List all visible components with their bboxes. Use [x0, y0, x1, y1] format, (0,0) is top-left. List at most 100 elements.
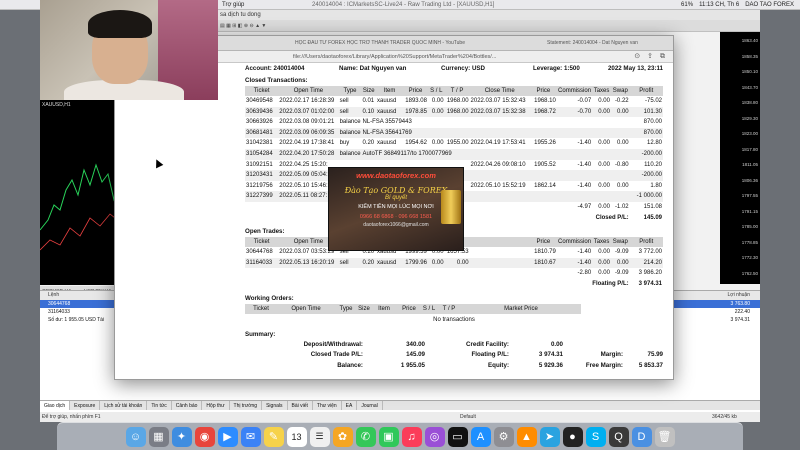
table-cell: 2022.03.09 06:09:35: [278, 127, 339, 139]
tab-statement[interactable]: Statement: 240014004 - Dat Nguyen van: [547, 40, 638, 46]
column-header: Taxes: [592, 86, 611, 96]
mail-icon[interactable]: ✉: [240, 426, 261, 447]
account-number: Account: 240014004: [245, 65, 305, 72]
pl-row: Floating P/L: 3 974.31: [245, 278, 663, 290]
deposit-label: Deposit/Withdrawal:: [303, 340, 363, 348]
price-label: 1823.00: [741, 131, 758, 136]
table-row: 31054284 2022.04.20 17:50:28 balance AutoTF…: [245, 148, 663, 160]
table-cell: [529, 191, 557, 202]
safari-icon[interactable]: ✦: [171, 426, 192, 447]
table-cell: 0.00: [616, 182, 629, 189]
status-traffic: 3642/45 kb: [712, 414, 737, 420]
table-row: 30681481 2022.03.09 06:09:35 balance NL-FSA…: [245, 127, 663, 139]
tabs-icon[interactable]: ⧉: [660, 53, 665, 61]
terminal-tab[interactable]: Lịch sử tài khoản: [100, 401, 148, 410]
music-icon[interactable]: ♫: [401, 426, 422, 447]
column-header: T / P: [437, 303, 461, 314]
vlc-icon[interactable]: ▲: [516, 426, 537, 447]
table-cell: sell: [338, 106, 362, 118]
terminal-tab[interactable]: Signals: [262, 401, 288, 410]
table-cell: 1968.00: [446, 98, 469, 104]
table-cell: 1.80: [650, 182, 662, 189]
terminal-tab[interactable]: EA: [342, 401, 358, 410]
price-label: 1863.40: [741, 38, 758, 43]
terminal-tab[interactable]: Thị trường: [230, 401, 263, 410]
documents-icon[interactable]: D: [631, 426, 652, 447]
column-header: S / L: [421, 303, 437, 314]
ad-banner[interactable]: www.daotaoforex.com Đào Tạo GOLD & FOREX…: [328, 167, 464, 251]
zoom-icon[interactable]: ▶: [217, 426, 238, 447]
settings-icon[interactable]: ⚙: [493, 426, 514, 447]
table-cell: [529, 170, 557, 181]
pl-value: 145.09: [629, 212, 663, 224]
clock[interactable]: 11:13 CH, Th 6: [699, 0, 739, 10]
terminal-tab[interactable]: Exposure: [70, 401, 101, 410]
terminal-tab[interactable]: Tin tức: [147, 401, 172, 410]
right-price-scale: 1863.40 1858.35 1850.10 1843.70 1838.80 1829.…: [720, 32, 760, 284]
ad-site[interactable]: www.daotaoforex.com: [329, 171, 463, 180]
profit-column[interactable]: Lợi nhuận: [728, 291, 750, 300]
candlestick-graph: [40, 163, 120, 251]
left-chart[interactable]: XAUUSD,H1: [40, 100, 120, 285]
terminal-tab[interactable]: Thư viện: [313, 401, 342, 410]
photos-icon[interactable]: ✿: [332, 426, 353, 447]
pl-value: 3 974.31: [629, 278, 663, 290]
column-header: Open Time: [278, 86, 339, 96]
quicktime-icon[interactable]: Q: [608, 426, 629, 447]
finder-icon[interactable]: ☺: [125, 426, 146, 447]
podcasts-icon[interactable]: ◎: [424, 426, 445, 447]
column-header: Swap: [610, 237, 630, 248]
appstore-icon[interactable]: A: [470, 426, 491, 447]
obs-icon[interactable]: ●: [562, 426, 583, 447]
account-info: Account: 240014004 Name: Dat Nguyen van …: [245, 64, 663, 74]
download-icon[interactable]: ⊙: [634, 53, 640, 61]
table-cell: balance: [338, 148, 362, 160]
terminal-row-profit: 222.40: [734, 309, 750, 315]
facetime-icon[interactable]: ▣: [378, 426, 399, 447]
balance-comment: NL-FSA 35641769: [361, 127, 630, 139]
calendar-icon[interactable]: 13: [286, 426, 307, 447]
trash-icon[interactable]: 🗑: [654, 426, 675, 447]
terminal-tab[interactable]: Hộp thư: [202, 401, 230, 410]
terminal-tab[interactable]: Journal: [357, 401, 383, 410]
spacer: [245, 278, 557, 290]
help-menu[interactable]: Trợ giúp: [222, 0, 244, 10]
table-cell: 0.00: [592, 106, 611, 118]
skype-icon[interactable]: S: [585, 426, 606, 447]
battery-status[interactable]: 61%: [681, 0, 693, 10]
terminal-row-label: 31164033: [48, 309, 70, 315]
terminal-row-label: 30644768: [48, 301, 71, 307]
terminal-tab[interactable]: Bài viết: [288, 401, 313, 410]
orders-column[interactable]: Lệnh: [48, 291, 59, 300]
tab-youtube[interactable]: HỌC ĐẦU TƯ FOREX HỌC TRỞ THÀNH TRADER QU…: [295, 40, 495, 46]
user-name[interactable]: DAO TAO FOREX: [745, 0, 794, 10]
telegram-icon[interactable]: ➤: [539, 426, 560, 447]
table-cell: 0.00: [598, 98, 610, 104]
appletv-icon[interactable]: ▭: [447, 426, 468, 447]
table-cell: 2022.02.17 16:28:39: [279, 98, 335, 104]
reminders-icon[interactable]: ☰: [309, 426, 330, 447]
launchpad-icon[interactable]: ▦: [148, 426, 169, 447]
column-header: Profit: [629, 86, 663, 96]
messages-icon[interactable]: ✆: [355, 426, 376, 447]
table-cell: 1954.62: [405, 140, 427, 147]
table-cell: 30469548: [246, 98, 273, 104]
column-header: Ticket: [245, 86, 279, 96]
url-text[interactable]: file:///Users/daotaoforex/Library/Applic…: [293, 51, 496, 63]
table-cell: [610, 170, 630, 181]
chrome-icon[interactable]: ◉: [194, 426, 215, 447]
column-header: Item: [371, 303, 397, 314]
total-commission: -2.80: [556, 268, 593, 279]
table-row: 31042381 2022.04.19 17:38:41 buy 0.20 xauusd…: [245, 138, 663, 149]
table-cell: 870.00: [629, 127, 663, 139]
column-header: Market Price: [461, 303, 581, 314]
working-orders-table: Ticket Open Time Type Size Item Price S / LT /…: [245, 303, 663, 314]
share-icon[interactable]: ⇪: [647, 53, 653, 61]
summary-title: Summary:: [245, 330, 276, 338]
column-header: Price: [403, 86, 428, 96]
balance-value: 1 955.05: [400, 361, 425, 369]
terminal-tab[interactable]: Cảnh báo: [172, 401, 203, 410]
terminal-tab[interactable]: Giao dịch: [40, 401, 71, 410]
table-cell: xauusd: [376, 98, 397, 104]
notes-icon[interactable]: ✎: [263, 426, 284, 447]
